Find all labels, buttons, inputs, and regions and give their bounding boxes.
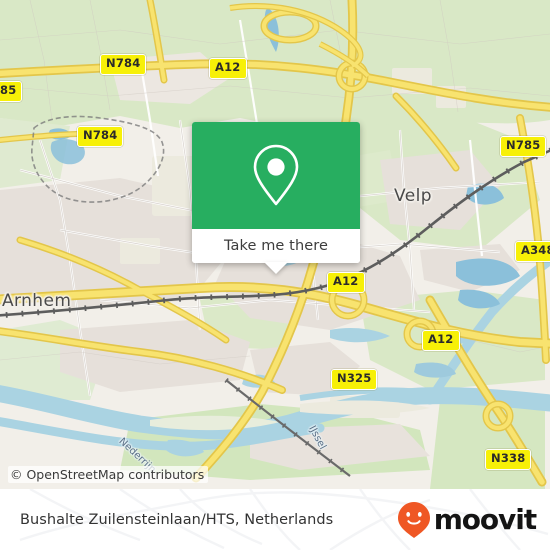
road-shield-n325: N325 — [331, 369, 378, 390]
road-shield-n785: N785 — [500, 136, 547, 157]
card-cta-panel[interactable]: Take me there — [192, 229, 360, 263]
location-pin-icon — [253, 144, 299, 205]
road-shield-a12-mid: A12 — [327, 272, 365, 293]
place-callout-card[interactable]: Take me there — [192, 122, 360, 274]
footer-bar: Bushalte Zuilensteinlaan/HTS, Netherland… — [0, 489, 550, 550]
road-shield-n784-top: N784 — [100, 54, 147, 75]
place-title: Bushalte Zuilensteinlaan/HTS, Netherland… — [20, 511, 334, 528]
card-pointer-tip — [264, 262, 288, 274]
map-viewport[interactable]: Arnhem Velp Nederrijn IJssel N785 N784 A… — [0, 0, 550, 489]
take-me-there-label: Take me there — [223, 238, 329, 254]
road-shield-a12-top: A12 — [209, 58, 247, 79]
road-shield-a348: A348 — [515, 241, 550, 262]
road-shield-n338: N338 — [485, 449, 532, 470]
moovit-wordmark: moovit — [433, 502, 537, 536]
road-shield-a12-lower: A12 — [422, 330, 460, 351]
map-screenshot: Arnhem Velp Nederrijn IJssel N785 N784 A… — [0, 0, 550, 550]
card-image-panel — [192, 122, 360, 229]
road-shield-n784-left: N784 — [77, 126, 124, 147]
moovit-smiley-pin-icon — [397, 501, 430, 538]
moovit-brand[interactable]: moovit — [397, 501, 537, 539]
road-shield-edge: 85 — [0, 81, 23, 102]
osm-attribution[interactable]: © OpenStreetMap contributors — [8, 466, 209, 483]
